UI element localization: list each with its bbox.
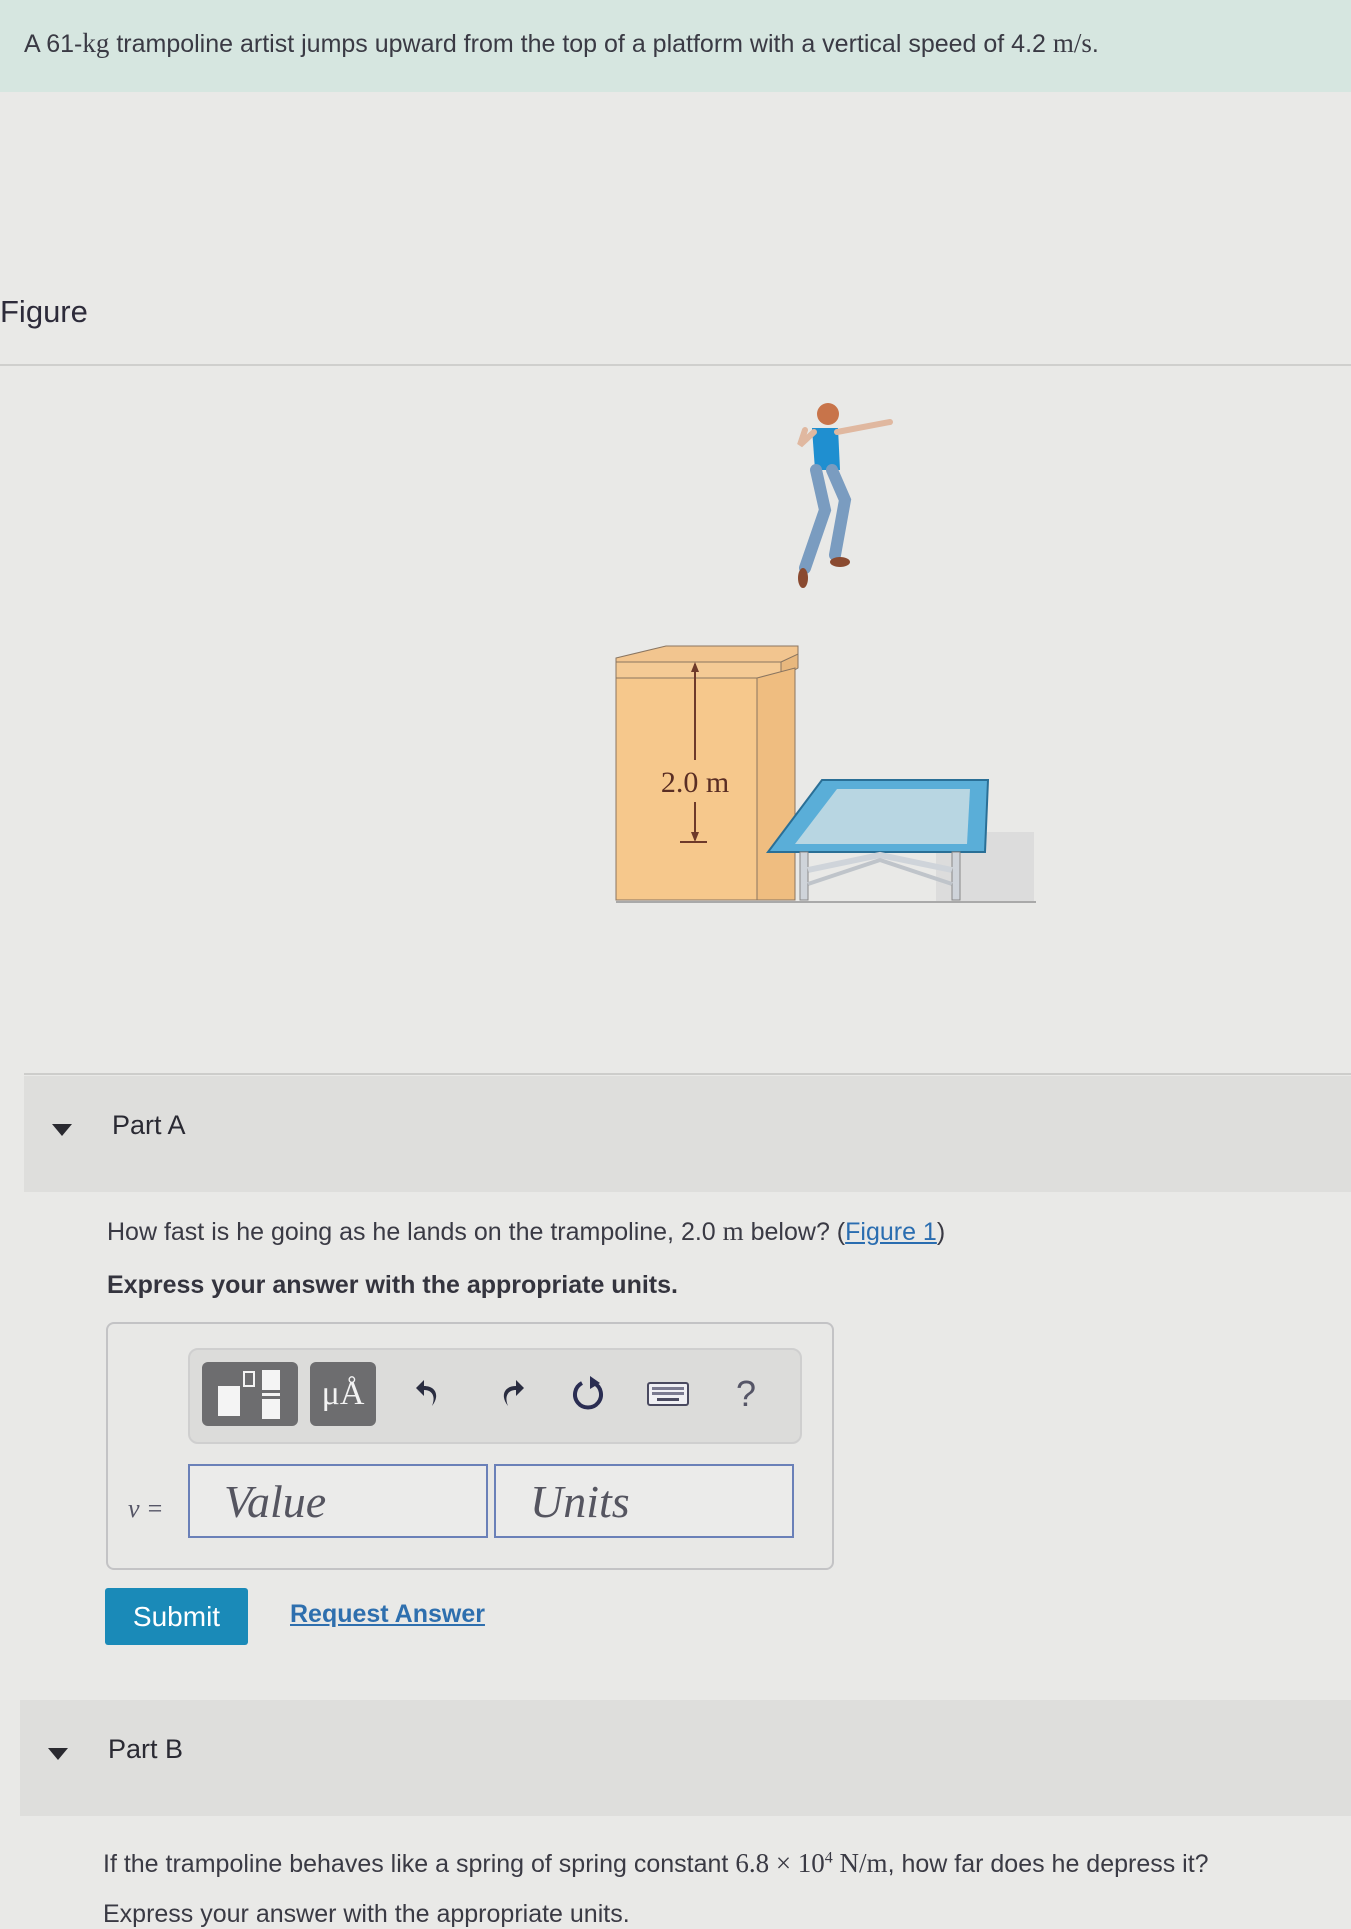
part-b-header[interactable]: Part B bbox=[20, 1700, 1351, 1816]
units-button[interactable]: μÅ bbox=[310, 1362, 376, 1426]
math-toolbar: μÅ ? bbox=[188, 1348, 802, 1444]
question-suffix: ) bbox=[936, 1218, 946, 1246]
reset-icon bbox=[573, 1376, 603, 1410]
collapse-caret-icon[interactable] bbox=[52, 1124, 72, 1136]
templates-icon bbox=[218, 1370, 280, 1419]
part-a-title: Part A bbox=[112, 1110, 186, 1140]
templates-button[interactable] bbox=[202, 1362, 298, 1426]
height-label: 2.0 m bbox=[661, 766, 729, 799]
redo-icon bbox=[503, 1380, 524, 1406]
question-text: If the trampoline behaves like a spring … bbox=[103, 1850, 736, 1878]
person-jumping-icon bbox=[797, 403, 893, 588]
undo-icon bbox=[416, 1380, 437, 1406]
problem-banner: A 61-kg trampoline artist jumps upward f… bbox=[0, 0, 1351, 92]
intro-text: A 61- bbox=[24, 30, 83, 58]
figure-illustration: 2.0 m bbox=[615, 403, 1036, 903]
question-text-middle: below? ( bbox=[743, 1218, 846, 1246]
spring-constant-exponent: 4 bbox=[824, 1849, 833, 1867]
submit-button[interactable]: Submit bbox=[105, 1588, 248, 1645]
redo-button[interactable] bbox=[486, 1370, 534, 1418]
question-unit: m bbox=[722, 1216, 744, 1246]
problem-statement: A 61-kg trampoline artist jumps upward f… bbox=[24, 28, 1099, 59]
keyboard-button[interactable] bbox=[644, 1370, 692, 1418]
spring-constant-unit: N/m bbox=[832, 1848, 888, 1878]
question-suffix: , how far does he depress it? bbox=[887, 1850, 1209, 1878]
trampoline-icon bbox=[766, 779, 1034, 902]
part-a-header[interactable]: Part A bbox=[24, 1076, 1351, 1192]
help-button[interactable]: ? bbox=[722, 1370, 770, 1418]
intro-text-middle: trampoline artist jumps upward from the … bbox=[109, 30, 1053, 58]
part-b-question: If the trampoline behaves like a spring … bbox=[103, 1848, 1209, 1879]
parts-divider bbox=[24, 1073, 1351, 1075]
mass-unit: kg bbox=[82, 28, 110, 58]
spring-constant: 6.8 × 10 bbox=[735, 1848, 825, 1878]
part-a-instruction: Express your answer with the appropriate… bbox=[107, 1271, 678, 1299]
answer-box: μÅ ? v = Value Units bbox=[106, 1322, 834, 1570]
question-text: How fast is he going as he lands on the … bbox=[107, 1218, 723, 1246]
units-input[interactable]: Units bbox=[494, 1464, 794, 1538]
speed-unit: m/s bbox=[1052, 28, 1092, 58]
variable-label: v = bbox=[128, 1494, 164, 1523]
keyboard-icon bbox=[647, 1382, 689, 1406]
undo-button[interactable] bbox=[406, 1370, 454, 1418]
collapse-caret-icon[interactable] bbox=[48, 1748, 68, 1760]
part-a-question: How fast is he going as he lands on the … bbox=[107, 1216, 945, 1247]
figure-heading: Figure bbox=[0, 294, 88, 329]
intro-suffix: . bbox=[1091, 30, 1099, 58]
part-b-instruction: Express your answer with the appropriate… bbox=[103, 1900, 630, 1928]
value-input[interactable]: Value bbox=[188, 1464, 488, 1538]
part-b-title: Part B bbox=[108, 1734, 184, 1764]
reset-button[interactable] bbox=[564, 1370, 612, 1418]
figure-divider bbox=[0, 364, 1351, 366]
request-answer-link[interactable]: Request Answer bbox=[290, 1600, 485, 1629]
figure-link[interactable]: Figure 1 bbox=[845, 1218, 937, 1246]
